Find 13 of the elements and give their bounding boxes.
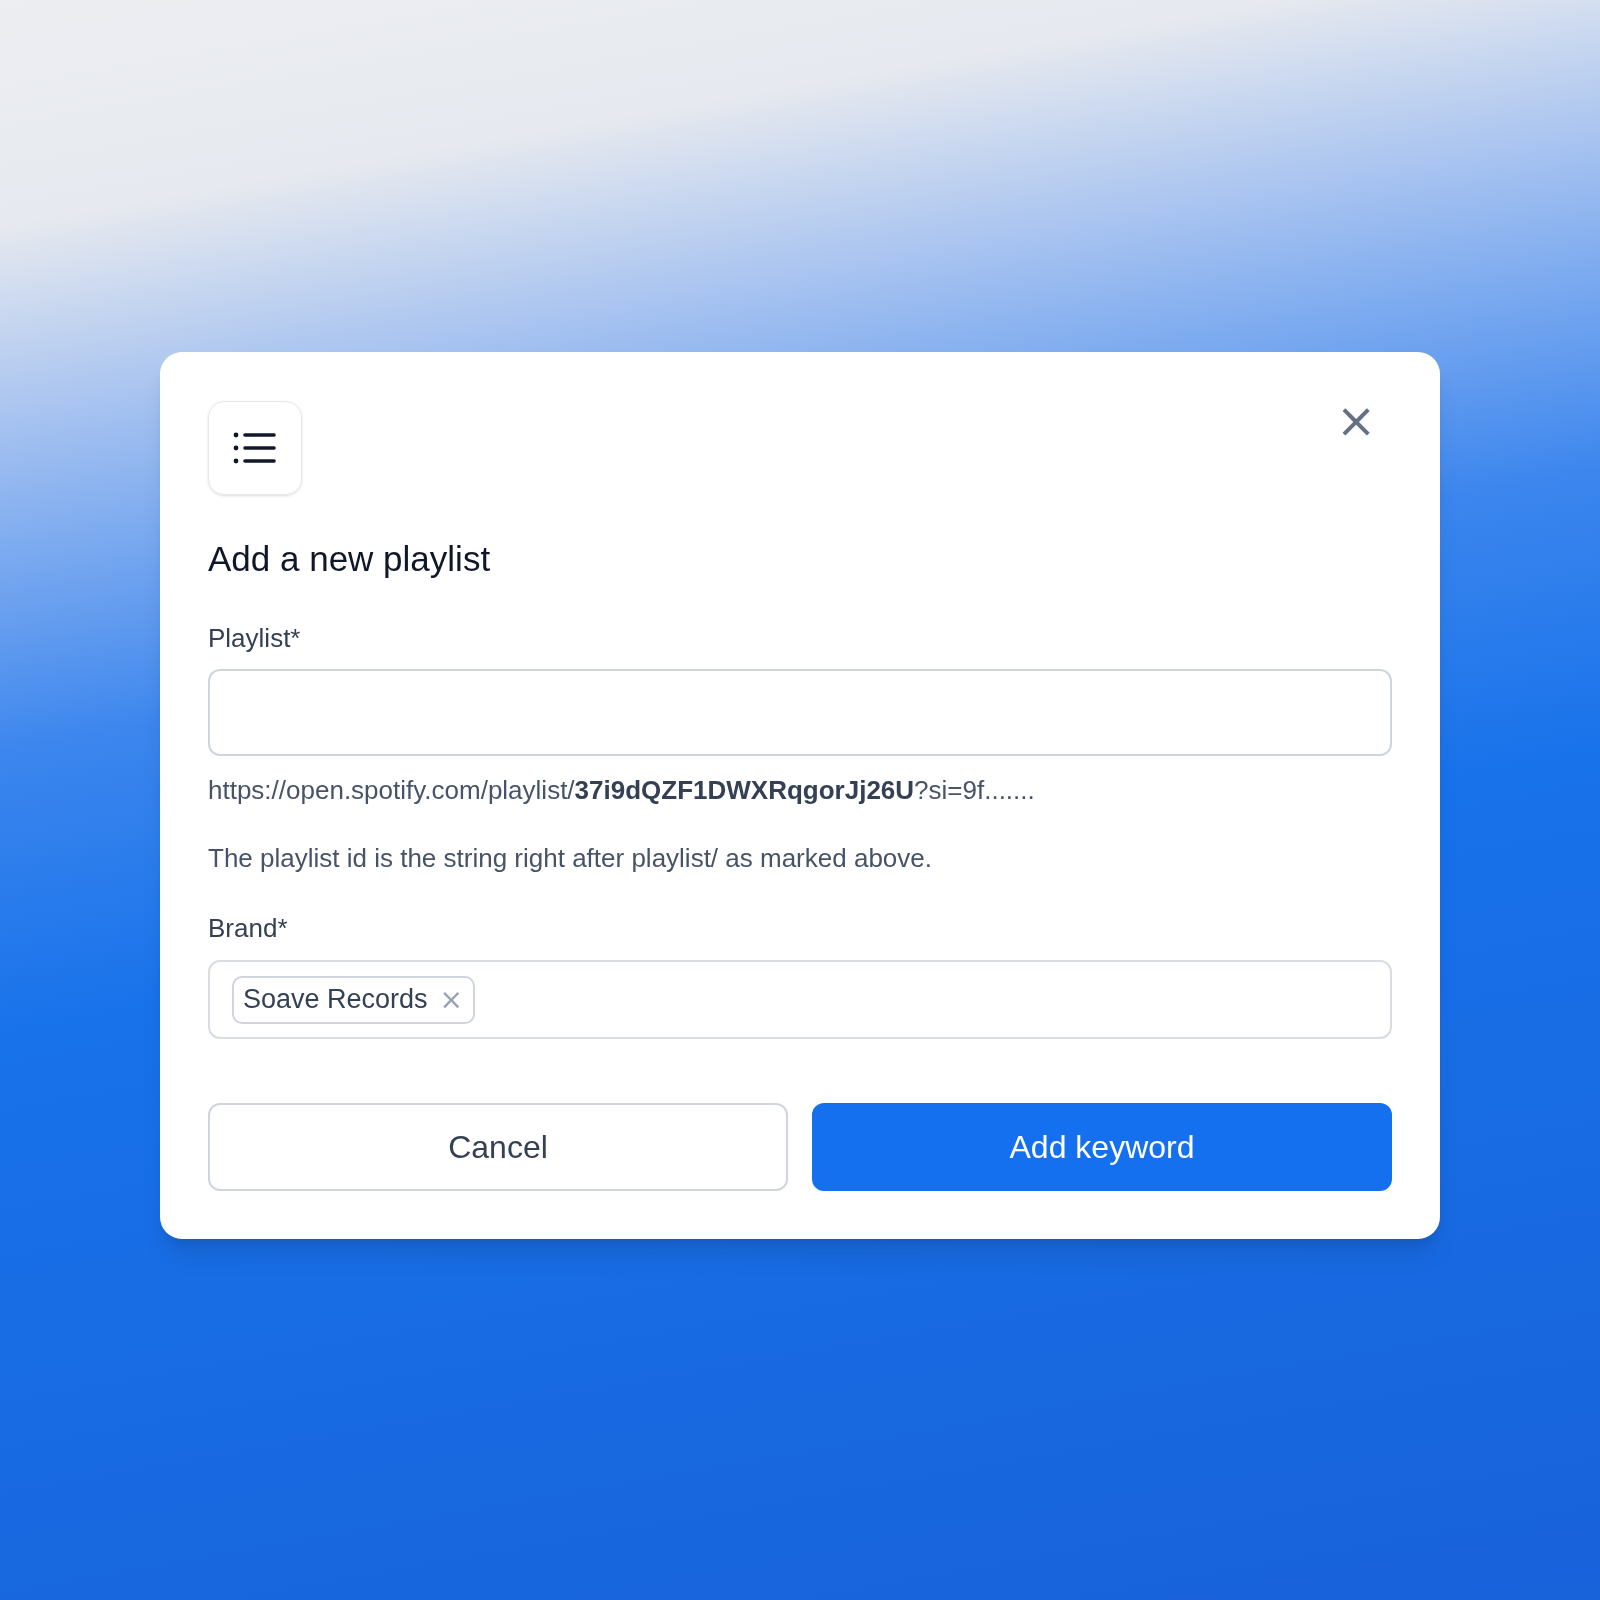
field-label: Playlist* — [208, 622, 301, 655]
field-label: Brand* — [208, 912, 288, 945]
close-button[interactable]: × — [1336, 400, 1376, 440]
example-url: https://open.spotify.com/playlist/37i9dQZF1DWXRqgorJj26U?si=9f....... — [208, 774, 1035, 807]
list-icon — [208, 401, 302, 495]
remove-tag-button[interactable]: × — [439, 985, 464, 1014]
dialog-title: Add a new playlist — [208, 538, 491, 580]
playlist-input-field[interactable] — [208, 669, 1392, 756]
cancel-button[interactable]: Cancel — [208, 1103, 788, 1191]
add-keyword-button[interactable]: Add keyword — [812, 1103, 1392, 1191]
brand-input-field[interactable]: Soave Records × — [208, 960, 1392, 1039]
tag-label: Soave Records — [243, 983, 428, 1017]
help-text: The playlist id is the string right after playlist/ as marked above. — [208, 842, 932, 875]
